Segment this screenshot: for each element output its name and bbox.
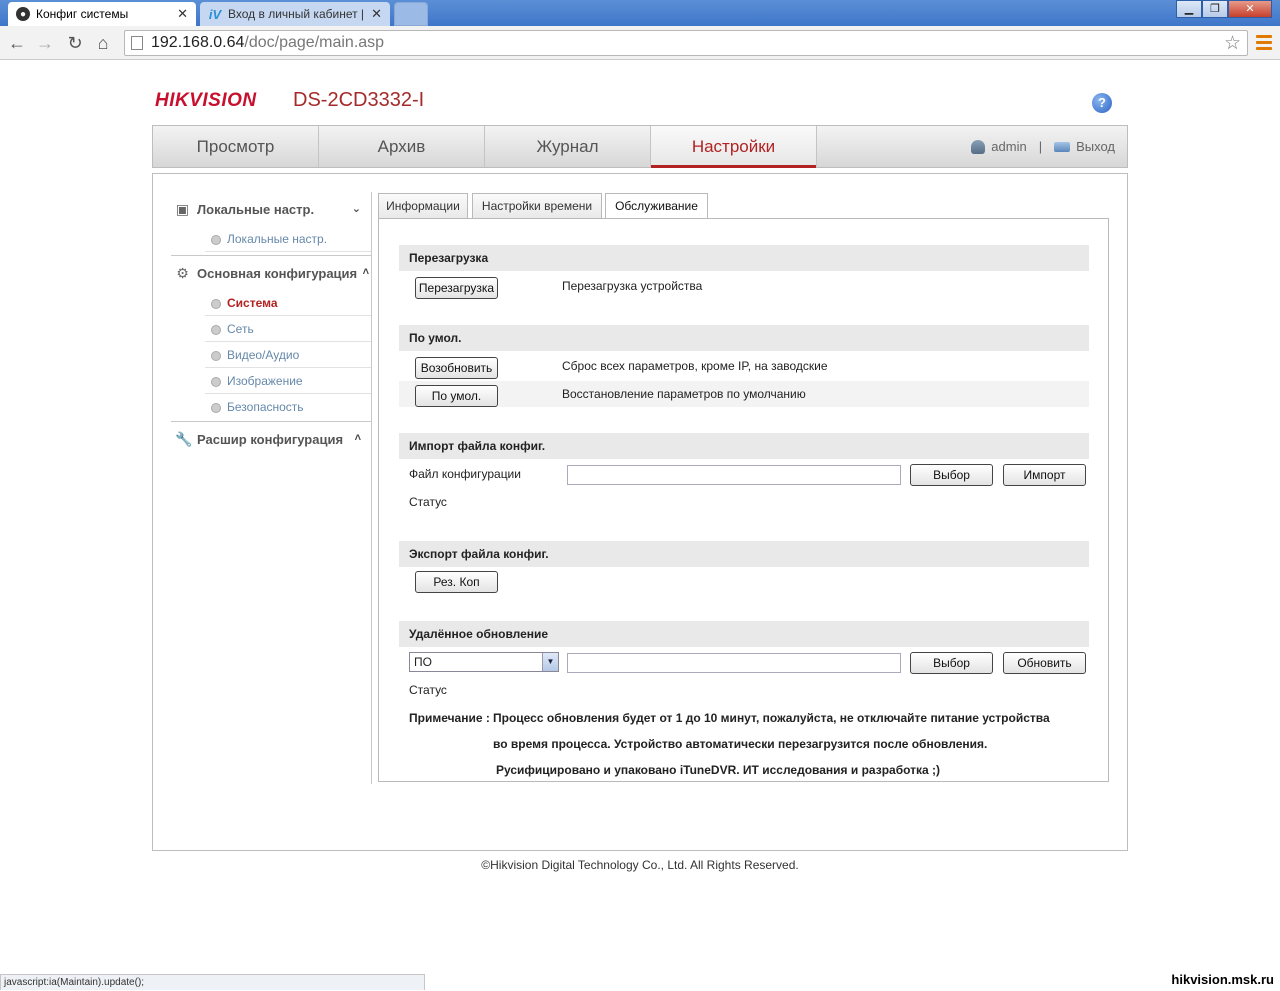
address-bar[interactable]: 192.168.0.64/doc/page/main.asp ☆ [124,30,1248,56]
sidebar-item-video-audio[interactable]: Видео/Аудио [205,342,371,368]
section-export: Экспорт файла конфиг. [399,541,1089,567]
import-status-label: Статус [409,495,447,509]
section-reboot: Перезагрузка [399,245,1089,271]
import-browse-button[interactable]: Выбор [910,464,993,486]
chevron-up-icon: ˄ [362,266,369,278]
sidebar-item-security[interactable]: Безопасность [205,394,371,420]
home-icon[interactable]: ⌂ [92,32,114,54]
note-label: Примечание : [409,711,490,725]
monitor-icon: ▣ [175,201,190,217]
iv-favicon-icon: iV [208,6,222,22]
window-close-icon[interactable]: ✕ [1228,0,1272,18]
nav-tab-live-view[interactable]: Просмотр [153,126,319,167]
config-sidebar: ▣ Локальные настр. ⌄ Локальные настр. ⚙ … [171,192,371,456]
tab-title: Конфиг системы [36,7,129,21]
watermark: hikvision.msk.ru [1171,972,1274,987]
sidebar-group-basic[interactable]: ⚙ Основная конфигурация ˄ [171,256,371,290]
window-controls: ▁ ❐ ✕ [1176,0,1272,18]
note-line-3: Русифицировано и упаковано iTuneDVR. ИТ … [496,763,941,777]
backup-button[interactable]: Рез. Коп [415,571,498,593]
maintenance-panel: Перезагрузка Перезагрузка Перезагрузка у… [378,218,1109,782]
chevron-up-icon: ˄ [354,432,361,444]
browser-tab-active[interactable]: ● Конфиг системы ✕ [8,2,196,26]
forward-arrow-icon[interactable]: → [34,32,56,54]
section-import: Импорт файла конфиг. [399,433,1089,459]
nav-tab-playback[interactable]: Архив [319,126,485,167]
sidebar-group-label: Расшир конфигурация [197,431,344,447]
config-file-input[interactable] [567,465,901,485]
hikvision-favicon-icon: ● [16,7,30,21]
new-tab-button[interactable] [394,2,428,26]
reboot-description: Перезагрузка устройства [562,279,703,293]
reload-icon[interactable]: ↻ [64,32,86,54]
browser-menu-icon[interactable] [1256,32,1272,52]
upgrade-type-select[interactable]: ПО ▼ [409,652,559,672]
user-separator: | [1038,139,1043,154]
close-tab-icon[interactable]: ✕ [177,6,188,22]
browser-status-bar: javascript:ia(Maintain).update(); [0,974,425,990]
chevron-down-icon: ⌄ [351,203,361,215]
username: admin [991,139,1027,154]
sidebar-item-image[interactable]: Изображение [205,368,371,394]
upgrade-type-value: ПО [414,655,432,669]
sidebar-group-label: Основная конфигурация [197,265,358,281]
section-remote-upgrade: Удалённое обновление [399,621,1089,647]
dropdown-arrow-icon: ▼ [542,653,558,671]
logout-icon[interactable] [1054,141,1071,152]
content-area: ▣ Локальные настр. ⌄ Локальные настр. ⚙ … [152,173,1128,851]
url-text: 192.168.0.64/doc/page/main.asp [151,34,385,51]
copyright-footer: ©Hikvision Digital Technology Co., Ltd. … [481,858,799,872]
nav-tab-log[interactable]: Журнал [485,126,651,167]
sidebar-group-label: Локальные настр. [197,201,315,217]
note-line-2: во время процесса. Устройство автоматиче… [493,737,988,751]
nav-tab-configuration[interactable]: Настройки [651,126,817,168]
back-arrow-icon[interactable]: ← [6,32,28,54]
sidebar-item-network[interactable]: Сеть [205,316,371,342]
import-button[interactable]: Импорт [1003,464,1086,486]
section-defaults: По умол. [399,325,1089,351]
restore-description: Сброс всех параметров, кроме IP, на заво… [562,359,828,373]
sidebar-group-local[interactable]: ▣ Локальные настр. ⌄ [171,192,371,226]
sidebar-item-local-config[interactable]: Локальные настр. [205,226,371,252]
reboot-button[interactable]: Перезагрузка [415,277,498,299]
minimize-icon[interactable]: ▁ [1176,0,1202,18]
sidebar-item-system[interactable]: Система [205,290,371,316]
browser-toolbar: ← → ↻ ⌂ 192.168.0.64/doc/page/main.asp ☆ [0,26,1280,60]
default-button[interactable]: По умол. [415,385,498,407]
upgrade-browse-button[interactable]: Выбор [910,652,993,674]
logout-link[interactable]: Выход [1076,139,1115,154]
browser-tab-inactive[interactable]: iV Вход в личный кабинет | Iv ✕ [200,2,390,26]
browser-titlebar: ● Конфиг системы ✕ iV Вход в личный каби… [0,0,1280,26]
close-tab-icon[interactable]: ✕ [371,6,382,22]
restore-button[interactable]: Возобновить [415,357,498,379]
wrench-icon: 🔧 [175,431,193,447]
subtab-info[interactable]: Информации [378,193,468,218]
restore-icon[interactable]: ❐ [1202,0,1228,18]
page-icon [131,36,143,50]
config-file-label: Файл конфигурации [409,467,521,481]
main-navigation: Просмотр Архив Журнал Настройки admin | … [152,125,1128,168]
tab-title: Вход в личный кабинет | Iv [228,7,368,21]
upgrade-file-input[interactable] [567,653,901,673]
subtab-maintenance[interactable]: Обслуживание [605,193,708,219]
upgrade-button[interactable]: Обновить [1003,652,1086,674]
user-box: admin | Выход [971,126,1115,167]
hikvision-logo: HIKVISION [155,90,257,111]
note-line-1: Процесс обновления будет от 1 до 10 мину… [493,711,1050,725]
user-icon [971,139,986,154]
gear-icon: ⚙ [176,265,189,281]
subtab-time-settings[interactable]: Настройки времени [472,193,602,218]
sidebar-divider [371,192,372,784]
sidebar-group-advanced[interactable]: 🔧 Расшир конфигурация ˄ [171,422,371,456]
device-model: DS-2CD3332-I [293,89,425,111]
default-description: Восстановление параметров по умолчанию [562,387,806,401]
upgrade-status-label: Статус [409,683,447,697]
bookmark-star-icon[interactable]: ☆ [1224,32,1241,55]
help-icon[interactable]: ? [1092,93,1112,113]
